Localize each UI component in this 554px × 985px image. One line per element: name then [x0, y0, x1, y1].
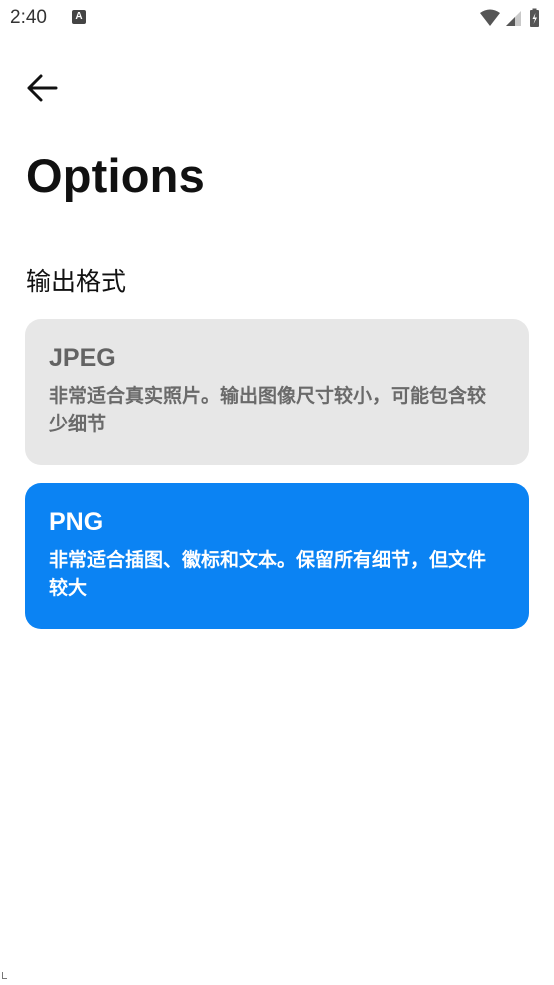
notification-a-icon: A [72, 10, 86, 24]
status-bar: 2:40 A [0, 0, 554, 38]
back-button[interactable] [20, 66, 64, 110]
option-name: PNG [49, 508, 104, 536]
option-card-png[interactable]: PNG 非常适合插图、徽标和文本。保留所有细节，但文件较大 [25, 483, 529, 629]
option-name: JPEG [49, 344, 116, 372]
arrow-left-icon [27, 74, 58, 102]
option-description: 非常适合真实照片。输出图像尺寸较小，可能包含较少细节 [49, 385, 487, 435]
option-description: 非常适合插图、徽标和文本。保留所有细节，但文件较大 [49, 549, 487, 599]
battery-icon [530, 8, 539, 27]
page-title: Options [26, 149, 205, 202]
status-time: 2:40 [10, 7, 47, 28]
section-heading-output-format: 输出格式 [26, 267, 127, 296]
option-card-jpeg[interactable]: JPEG 非常适合真实照片。输出图像尺寸较小，可能包含较少细节 [25, 319, 529, 465]
options-screen: 2:40 A Options 输出格式 JPEG 非常适合真实照片。输出图像尺寸… [0, 0, 554, 985]
wifi-icon [480, 9, 500, 26]
corner-mark [2, 972, 7, 979]
signal-icon [506, 11, 521, 26]
status-icons [478, 8, 546, 28]
